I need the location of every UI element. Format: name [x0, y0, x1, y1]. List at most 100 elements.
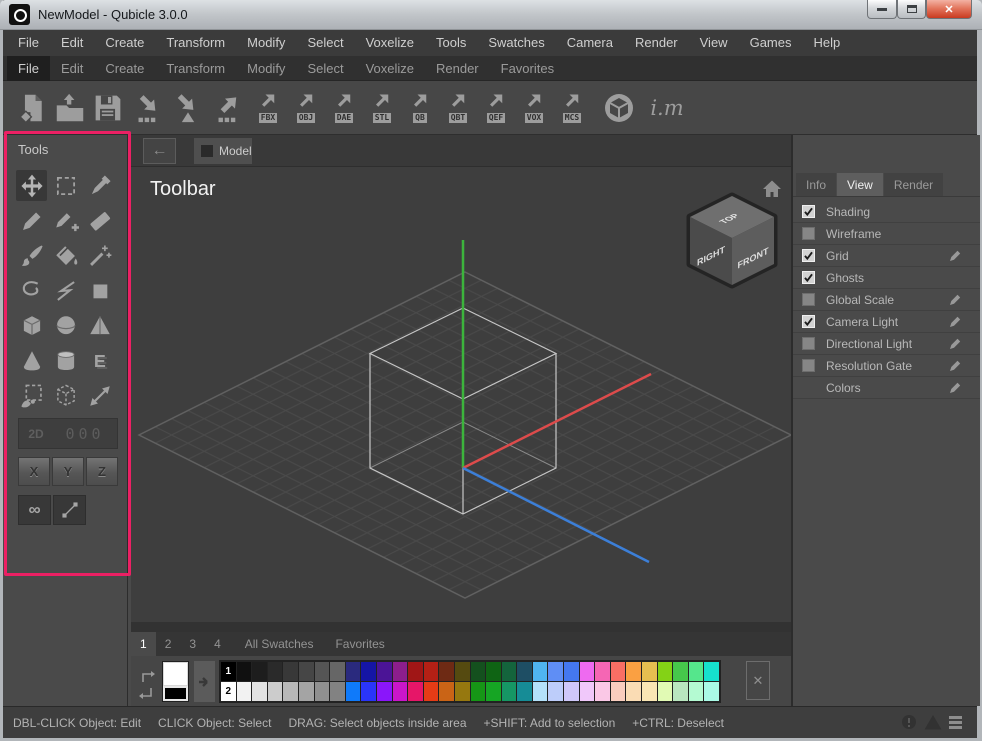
swatch-cell[interactable]: [346, 682, 361, 701]
swatch-cell[interactable]: [689, 682, 704, 701]
active-colors[interactable]: [162, 661, 189, 702]
swatch-tab-3[interactable]: 3: [180, 632, 205, 656]
box-tool-button[interactable]: [16, 310, 47, 341]
rectangle-tool-button[interactable]: [84, 275, 115, 306]
swatch-tab-2[interactable]: 2: [156, 632, 181, 656]
tab-info[interactable]: Info: [796, 173, 836, 196]
menu-tools[interactable]: Tools: [425, 30, 477, 56]
menu-games[interactable]: Games: [739, 30, 803, 56]
import-button[interactable]: [135, 88, 165, 128]
new-file-button[interactable]: [17, 88, 47, 128]
move-tool-button[interactable]: [16, 170, 47, 201]
save-button[interactable]: [93, 88, 123, 128]
export-vox-button[interactable]: VOX: [519, 88, 549, 128]
export-stl-button[interactable]: STL: [367, 88, 397, 128]
edit-pencil-icon[interactable]: [948, 249, 962, 263]
menu-help[interactable]: Help: [802, 30, 851, 56]
title-bar[interactable]: NewModel - Qubicle 3.0.0 ✕: [0, 0, 982, 30]
cone-tool-button[interactable]: [16, 345, 47, 376]
axis-z-button[interactable]: Z: [86, 457, 118, 486]
menu-camera[interactable]: Camera: [556, 30, 624, 56]
swatch-cell[interactable]: [361, 662, 376, 681]
select-paint-tool-button[interactable]: [16, 380, 47, 411]
export-qb-button[interactable]: QB: [405, 88, 435, 128]
pyramid-tool-button[interactable]: [84, 310, 115, 341]
sphere-tool-button[interactable]: [50, 310, 81, 341]
menu-transform[interactable]: Transform: [155, 30, 236, 56]
tab-render[interactable]: Render: [884, 173, 943, 196]
eraser-tool-button[interactable]: [84, 205, 115, 236]
swatch-cell[interactable]: [315, 662, 330, 681]
swatch-cell[interactable]: [252, 662, 267, 681]
export-fbx-button[interactable]: FBX: [253, 88, 283, 128]
close-button[interactable]: ✕: [926, 0, 972, 19]
tab-model[interactable]: Model: [194, 138, 252, 164]
axis-x-button[interactable]: X: [18, 457, 50, 486]
swatch-cell[interactable]: [626, 682, 641, 701]
ctx-menu-modify[interactable]: Modify: [236, 56, 296, 81]
swatch-row-label[interactable]: 1: [221, 662, 236, 681]
menu-render[interactable]: Render: [624, 30, 689, 56]
export-qef-button[interactable]: QEF: [481, 88, 511, 128]
swatch-tab-favorites[interactable]: Favorites: [326, 632, 393, 656]
menu-file[interactable]: File: [7, 30, 50, 56]
swatch-cell[interactable]: [408, 662, 423, 681]
pencil-add-tool-button[interactable]: [50, 205, 81, 236]
ghosts-checkbox[interactable]: [802, 271, 815, 284]
swatch-cell[interactable]: [502, 662, 517, 681]
swatch-cell[interactable]: [642, 682, 657, 701]
minimize-button[interactable]: [867, 0, 897, 19]
swatch-cell[interactable]: [517, 662, 532, 681]
swatch-cell[interactable]: [626, 662, 641, 681]
swatch-cell[interactable]: [283, 682, 298, 701]
swatch-cell[interactable]: [611, 662, 626, 681]
wireframe-checkbox[interactable]: [802, 227, 815, 240]
ctx-menu-voxelize[interactable]: Voxelize: [355, 56, 425, 81]
swatch-cell[interactable]: [517, 682, 532, 701]
swatch-cell[interactable]: [704, 662, 719, 681]
swatch-tab-4[interactable]: 4: [205, 632, 230, 656]
export-mcs-button[interactable]: MCS: [557, 88, 587, 128]
polyline-tool-button[interactable]: [50, 275, 81, 306]
mode-2d-button[interactable]: 2D: [19, 427, 53, 441]
swatch-cell[interactable]: [299, 682, 314, 701]
delete-swatch-button[interactable]: ✕: [746, 661, 770, 700]
swatch-cell[interactable]: [299, 662, 314, 681]
swatch-cell[interactable]: [580, 662, 595, 681]
edit-pencil-icon[interactable]: [948, 293, 962, 307]
menu-voxelize[interactable]: Voxelize: [355, 30, 425, 56]
swatch-cell[interactable]: [377, 662, 392, 681]
text-tool-button[interactable]: EE: [84, 345, 115, 376]
swatch-cell[interactable]: [673, 662, 688, 681]
swatch-cell[interactable]: [455, 662, 470, 681]
swatch-cell[interactable]: [580, 682, 595, 701]
secondary-color-swatch[interactable]: [163, 686, 188, 701]
swatch-cell[interactable]: [424, 682, 439, 701]
swap-colors-icon[interactable]: [137, 668, 157, 702]
menu-edit[interactable]: Edit: [50, 30, 94, 56]
ctx-menu-render[interactable]: Render: [425, 56, 490, 81]
info-icon[interactable]: [901, 714, 917, 730]
import-mesh-button[interactable]: [173, 88, 203, 128]
swatch-cell[interactable]: [439, 662, 454, 681]
swatch-cell[interactable]: [252, 682, 267, 701]
viewport-3d[interactable]: TOP RIGHT FRONT: [131, 167, 791, 622]
swatch-cell[interactable]: [486, 662, 501, 681]
rect-select-tool-button[interactable]: [50, 170, 81, 201]
edit-pencil-icon[interactable]: [948, 359, 962, 373]
swatch-cell[interactable]: [330, 682, 345, 701]
grid-checkbox[interactable]: [802, 249, 815, 262]
open-file-button[interactable]: [55, 88, 85, 128]
pencil-tool-button[interactable]: [16, 205, 47, 236]
global-scale-checkbox[interactable]: [802, 293, 815, 306]
swatch-cell[interactable]: [346, 662, 361, 681]
swatch-cell[interactable]: [471, 662, 486, 681]
swatch-cell[interactable]: [595, 662, 610, 681]
menu-select[interactable]: Select: [296, 30, 354, 56]
swatch-cell[interactable]: [502, 682, 517, 701]
primary-color-swatch[interactable]: [163, 662, 188, 686]
warning-icon[interactable]: [924, 714, 942, 730]
line-mode-button[interactable]: [53, 495, 86, 525]
swatch-cell[interactable]: [548, 662, 563, 681]
swatch-cell[interactable]: [704, 682, 719, 701]
